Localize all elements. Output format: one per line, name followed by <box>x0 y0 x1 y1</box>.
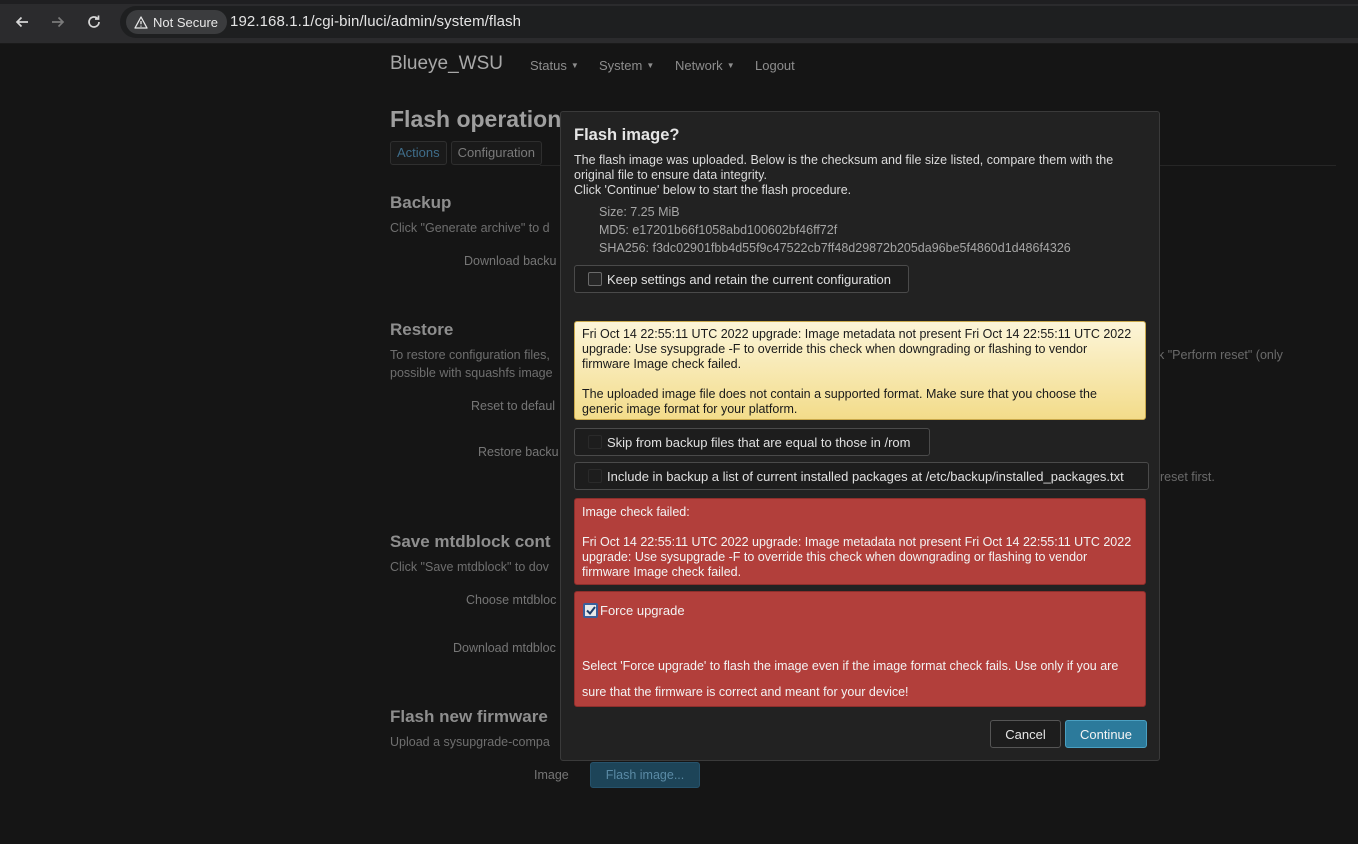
caret-down-icon: ▼ <box>646 61 655 70</box>
address-bar[interactable]: Not Secure 192.168.1.1/cgi-bin/luci/admi… <box>120 6 1358 38</box>
nav-system-label: System <box>599 58 643 73</box>
restore-text-line1: To restore configuration files, <box>390 348 550 362</box>
checkmark-icon <box>585 606 596 615</box>
flash-image-button[interactable]: Flash image... <box>590 762 700 788</box>
page-title: Flash operation <box>390 106 562 132</box>
image-sha256: SHA256: f3dc02901fbb4d55f9c47522cb7ff48d… <box>599 241 1071 255</box>
continue-button[interactable]: Continue <box>1065 720 1147 748</box>
description-line1: The flash image was uploaded. Below is t… <box>574 153 1114 182</box>
nav-network[interactable]: Network ▼ <box>675 58 735 73</box>
nav-status[interactable]: Status ▼ <box>530 58 579 73</box>
restore-backup-label: Restore backu <box>478 445 559 459</box>
error-text: Fri Oct 14 22:55:11 UTC 2022 upgrade: Im… <box>582 535 1132 579</box>
image-format-warning: Fri Oct 14 22:55:11 UTC 2022 upgrade: Im… <box>574 321 1146 420</box>
back-arrow-icon <box>15 16 28 28</box>
backup-heading: Backup <box>390 193 452 212</box>
force-upgrade-label[interactable]: Force upgrade <box>600 603 685 618</box>
forward-button[interactable] <box>47 11 69 33</box>
nav-system[interactable]: System ▼ <box>599 58 654 73</box>
reload-button[interactable] <box>83 11 105 33</box>
tab-strip-edge <box>0 0 1358 4</box>
backup-text: Click "Generate archive" to d <box>390 221 550 235</box>
force-upgrade-checkbox[interactable] <box>583 603 598 618</box>
keep-settings-label: Keep settings and retain the current con… <box>607 271 892 287</box>
skip-backup-label: Skip from backup files that are equal to… <box>607 434 911 450</box>
caret-down-icon: ▼ <box>570 61 579 70</box>
warning-text: Fri Oct 14 22:55:11 UTC 2022 upgrade: Im… <box>582 327 1132 371</box>
download-mtdblock-label: Download mtdbloc <box>453 641 556 655</box>
restore-text-right: k "Perform reset" (only <box>1158 348 1283 362</box>
forward-arrow-icon <box>52 16 65 28</box>
choose-mtdblock-label: Choose mtdbloc <box>466 593 557 607</box>
nav-logout[interactable]: Logout <box>755 58 795 73</box>
url-text[interactable]: 192.168.1.1/cgi-bin/luci/admin/system/fl… <box>230 13 521 30</box>
reload-icon <box>88 15 100 28</box>
caret-down-icon: ▼ <box>726 61 735 70</box>
mtdblock-heading: Save mtdblock cont <box>390 532 551 551</box>
download-backup-label: Download backu <box>464 254 557 268</box>
image-label: Image <box>534 768 569 782</box>
mtdblock-text: Click "Save mtdblock" to dov <box>390 560 549 574</box>
force-upgrade-help: Select 'Force upgrade' to flash the imag… <box>582 659 1119 699</box>
nav-network-label: Network <box>675 58 723 73</box>
back-button[interactable] <box>11 11 33 33</box>
nav-status-label: Status <box>530 58 567 73</box>
error-heading: Image check failed: <box>582 505 690 519</box>
dialog-title: Flash image? <box>574 126 680 144</box>
include-packages-option[interactable]: Include in backup a list of current inst… <box>574 462 1149 490</box>
restore-text-line2: possible with squashfs image <box>390 366 553 380</box>
force-upgrade-panel: Force upgrade Select 'Force upgrade' to … <box>574 591 1146 707</box>
restore-heading: Restore <box>390 320 454 339</box>
brand-logo-text[interactable]: Blueye_WSU <box>390 53 503 75</box>
flash-heading: Flash new firmware <box>390 707 548 726</box>
cancel-button[interactable]: Cancel <box>990 720 1061 748</box>
skip-backup-checkbox[interactable] <box>588 435 602 449</box>
include-packages-checkbox[interactable] <box>588 469 602 483</box>
keep-settings-option[interactable]: Keep settings and retain the current con… <box>574 265 909 293</box>
security-chip[interactable]: Not Secure <box>126 10 228 34</box>
description-line2: Click 'Continue' below to start the flas… <box>574 183 852 197</box>
warning-format-text: The uploaded image file does not contain… <box>582 387 1097 416</box>
warning-icon <box>134 15 148 29</box>
image-md5: MD5: e17201b66f1058abd100602bf46ff72f <box>599 223 838 237</box>
include-packages-label: Include in backup a list of current inst… <box>607 468 1124 484</box>
tab-actions[interactable]: Actions <box>390 141 447 165</box>
page-tabs: Actions Configuration <box>390 141 542 165</box>
flash-text: Upload a sysupgrade-compa <box>390 735 550 749</box>
image-check-error: Image check failed: Fri Oct 14 22:55:11 … <box>574 498 1146 585</box>
image-size: Size: 7.25 MiB <box>599 205 680 219</box>
browser-toolbar: Not Secure 192.168.1.1/cgi-bin/luci/admi… <box>0 0 1358 44</box>
restore-note-right: reset first. <box>1160 470 1215 484</box>
dialog-description: The flash image was uploaded. Below is t… <box>574 153 1149 198</box>
tab-configuration[interactable]: Configuration <box>450 141 542 165</box>
skip-backup-option[interactable]: Skip from backup files that are equal to… <box>574 428 930 456</box>
keep-settings-checkbox[interactable] <box>588 272 602 286</box>
security-label: Not Secure <box>153 14 219 30</box>
reset-defaults-label: Reset to defaul <box>471 399 556 413</box>
flash-image-dialog: Flash image? The flash image was uploade… <box>560 111 1160 761</box>
